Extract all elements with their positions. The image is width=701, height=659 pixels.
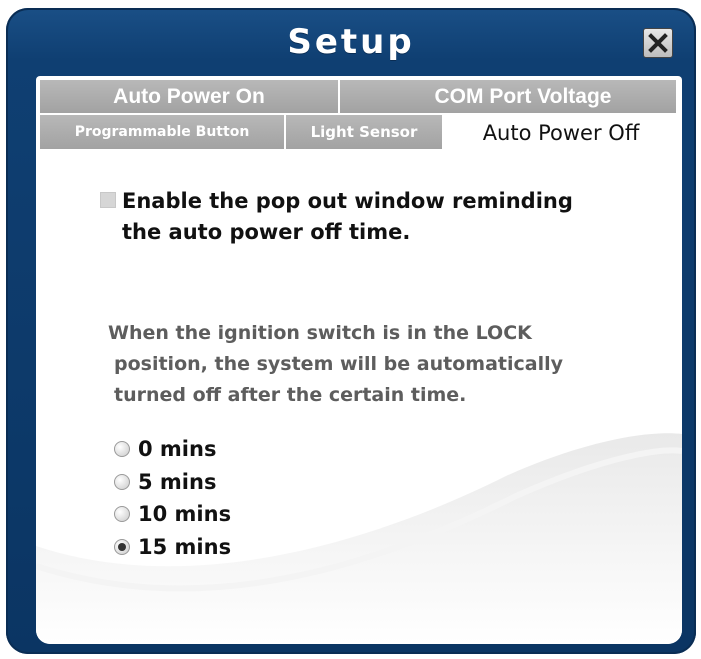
close-button[interactable] xyxy=(643,28,673,58)
reminder-label-line1: Enable the pop out window reminding xyxy=(122,189,573,213)
auto-off-time-options: 0 mins 5 mins 10 mins 15 mins xyxy=(114,433,231,563)
tab-auto-power-on[interactable]: Auto Power On xyxy=(40,80,340,115)
option-0-mins[interactable]: 0 mins xyxy=(114,433,231,466)
auto-off-description: When the ignition switch is in the LOCK … xyxy=(108,318,628,411)
option-5-mins[interactable]: 5 mins xyxy=(114,466,231,499)
radio-15-mins[interactable] xyxy=(114,538,130,555)
option-label: 5 mins xyxy=(138,469,217,494)
tab-auto-power-off[interactable]: Auto Power Off xyxy=(444,115,678,151)
tab-com-port-voltage[interactable]: COM Port Voltage xyxy=(340,80,678,115)
reminder-checkbox-row[interactable]: Enable the pop out window reminding the … xyxy=(100,186,620,248)
option-label: 15 mins xyxy=(138,534,232,559)
radio-0-mins[interactable] xyxy=(114,441,130,458)
close-icon xyxy=(648,33,668,53)
window-title: Setup xyxy=(287,22,415,62)
reminder-checkbox-label: Enable the pop out window reminding the … xyxy=(122,186,573,248)
option-10-mins[interactable]: 10 mins xyxy=(114,498,231,531)
content-panel: Auto Power On COM Port Voltage Programma… xyxy=(36,76,682,644)
description-line3: turned off after the certain time. xyxy=(114,384,467,406)
setup-window: Setup Auto Power On COM Port Voltage Pro… xyxy=(6,8,696,654)
tab-programmable-button[interactable]: Programmable Button xyxy=(40,115,286,151)
reminder-checkbox[interactable] xyxy=(100,192,116,208)
description-line2: position, the system will be automatical… xyxy=(114,353,563,375)
reminder-label-line2: the auto power off time. xyxy=(122,220,411,244)
radio-10-mins[interactable] xyxy=(114,506,130,523)
option-15-mins[interactable]: 15 mins xyxy=(114,531,231,564)
option-label: 0 mins xyxy=(138,437,217,462)
tab-light-sensor[interactable]: Light Sensor xyxy=(286,115,444,151)
option-label: 10 mins xyxy=(138,502,232,527)
description-line1: When the ignition switch is in the LOCK xyxy=(108,322,532,344)
radio-5-mins[interactable] xyxy=(114,473,130,490)
